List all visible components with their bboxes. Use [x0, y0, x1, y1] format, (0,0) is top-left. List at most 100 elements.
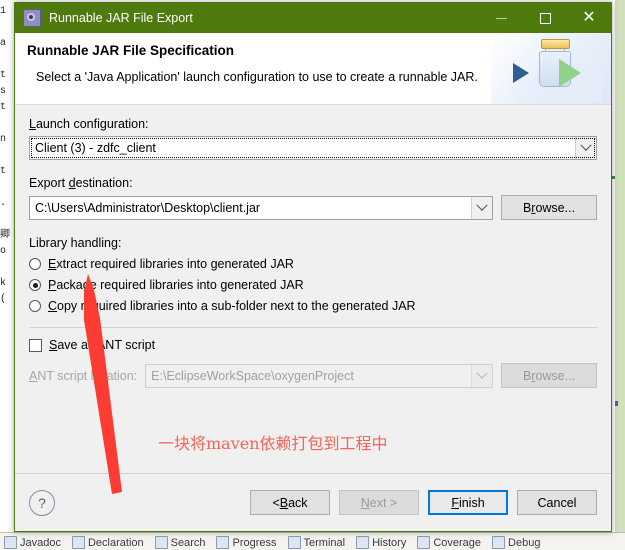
marker-blue: [615, 401, 618, 406]
radio-copy-after: opy required libraries into a sub-folder…: [57, 299, 416, 313]
radio-package-libraries-indicator[interactable]: [29, 279, 41, 291]
launch-configuration-combo[interactable]: Client (3) - zdfc_client: [29, 136, 597, 160]
ant-script-location-label: ANT script location:: [29, 369, 137, 383]
debug-icon: [492, 536, 506, 549]
view-tab-declaration[interactable]: Declaration: [68, 533, 151, 549]
arrow-green-icon: [559, 59, 581, 87]
right-edge-strip: [615, 0, 625, 533]
view-tab-label: Javadoc: [20, 536, 61, 549]
radio-package-libraries-label: Package required libraries into generate…: [48, 278, 304, 292]
radio-extract-after: xtract required libraries into generated…: [56, 257, 294, 271]
chevron-down-glyph: [476, 199, 488, 211]
radio-copy-libraries-label: Copy required libraries into a sub-folde…: [48, 299, 416, 313]
back-before: <: [272, 495, 280, 510]
export-destination-combo[interactable]: C:\Users\Administrator\Desktop\client.ja…: [29, 195, 493, 220]
view-tab-label: History: [372, 536, 407, 549]
back-button[interactable]: < Back: [250, 490, 330, 515]
ant-script-location-value: E:\EclipseWorkSpace\oxygenProject: [151, 368, 354, 383]
cancel-label: Cancel: [537, 495, 577, 510]
view-tab-strip[interactable]: Javadoc Declaration Search Progress Terminal…: [0, 532, 625, 550]
view-tab-search[interactable]: Search: [151, 533, 213, 549]
finish-mnemonic: F: [451, 495, 459, 510]
annotation-text: 一块将maven依赖打包到工程中: [158, 434, 388, 453]
radio-copy-libraries-indicator[interactable]: [29, 300, 41, 312]
back-after: ack: [288, 495, 308, 510]
export-destination-label-before: Export: [29, 176, 69, 190]
view-tab-label: Search: [170, 536, 206, 549]
maximize-button[interactable]: [523, 4, 567, 33]
browse-destination-button[interactable]: Br owse...: [501, 195, 597, 220]
radio-extract-libraries[interactable]: Extract required libraries into generate…: [29, 257, 597, 271]
view-tab-terminal[interactable]: Terminal: [284, 533, 353, 549]
jar-export-icon: [481, 33, 611, 104]
history-icon: [356, 536, 370, 549]
close-button[interactable]: ✕: [567, 4, 611, 33]
radio-extract-libraries-indicator[interactable]: [29, 258, 41, 270]
ant-script-location-combo: E:\EclipseWorkSpace\oxygenProject: [145, 363, 493, 388]
radio-extract-libraries-label: Extract required libraries into generate…: [48, 257, 294, 271]
export-destination-row: C:\Users\Administrator\Desktop\client.ja…: [29, 195, 597, 220]
chevron-down-icon: [471, 364, 492, 387]
coverage-icon: [417, 536, 431, 549]
browse-destination-after: owse...: [535, 200, 576, 215]
view-tab-javadoc[interactable]: Javadoc: [0, 533, 68, 549]
dialog-title: Runnable JAR File Export: [49, 11, 193, 25]
radio-copy-mnemonic: C: [48, 299, 58, 313]
maximize-icon: [539, 12, 551, 24]
question-mark-icon: ?: [38, 494, 46, 511]
library-handling-label: Library handling:: [29, 236, 122, 250]
view-tab-label: Progress: [232, 536, 277, 549]
browse-ant-before: B: [522, 368, 532, 383]
declaration-icon: [71, 536, 85, 549]
view-tab-progress[interactable]: Progress: [212, 533, 283, 549]
help-button[interactable]: ?: [29, 489, 55, 516]
view-tab-history[interactable]: History: [352, 533, 413, 549]
launch-configuration-value: Client (3) - zdfc_client: [35, 141, 156, 155]
at-icon: [4, 536, 17, 549]
next-button: Next >: [339, 490, 419, 515]
browse-ant-after: owse...: [535, 368, 576, 383]
finish-after: inish: [458, 495, 485, 510]
dialog-titlebar[interactable]: Runnable JAR File Export ✕: [15, 3, 611, 33]
view-tab-label: Terminal: [303, 536, 346, 549]
export-destination-label-mnemonic: d: [68, 176, 76, 190]
browse-destination-before: B: [522, 200, 532, 215]
save-as-ant-script-checkbox[interactable]: [29, 338, 42, 352]
radio-package-libraries[interactable]: Package required libraries into generate…: [29, 278, 597, 292]
launch-configuration-label: Launch configuration:: [29, 117, 597, 131]
launch-configuration-label-mnemonic: L: [29, 117, 36, 131]
minimize-icon: [495, 17, 507, 19]
ant-checkbox-after: ave as ANT script: [57, 338, 156, 352]
view-tab-label: Debug: [508, 536, 541, 549]
view-tab-label: Coverage: [433, 536, 482, 549]
wizard-banner: Runnable JAR File Specification Select a…: [15, 33, 611, 105]
eclipse-wizard-icon: [23, 9, 41, 27]
browse-ant-location-button: Br owse...: [501, 363, 597, 388]
view-tab-debug[interactable]: Debug: [488, 533, 547, 549]
launch-configuration-label-after: aunch configuration:: [35, 117, 149, 131]
view-tab-coverage[interactable]: Coverage: [413, 533, 488, 549]
next-after: ext >: [369, 495, 398, 510]
arrow-dark-icon: [513, 63, 529, 83]
back-mnemonic: B: [279, 495, 289, 510]
minimize-button[interactable]: [479, 4, 523, 33]
progress-icon: [216, 536, 230, 549]
export-destination-label-after: estination:: [75, 176, 133, 190]
export-destination-label: Export destination:: [29, 176, 597, 190]
section-divider: [29, 327, 597, 328]
ant-location-after: NT script location:: [37, 368, 138, 383]
jar-lid-shape: [541, 39, 570, 49]
save-as-ant-script-checkbox-row[interactable]: Save as ANT script: [29, 338, 597, 352]
radio-copy-libraries[interactable]: Copy required libraries into a sub-folde…: [29, 299, 597, 313]
cancel-button[interactable]: Cancel: [517, 490, 597, 515]
chevron-down-icon[interactable]: [575, 137, 596, 159]
dialog-footer: ? < Back Next > Finish Cancel: [15, 473, 611, 531]
close-icon: ✕: [582, 9, 596, 26]
finish-button[interactable]: Finish: [428, 490, 508, 515]
view-tab-label: Declaration: [87, 536, 144, 549]
chevron-down-glyph: [580, 139, 592, 151]
search-icon: [154, 536, 168, 549]
chevron-down-icon[interactable]: [471, 196, 492, 219]
